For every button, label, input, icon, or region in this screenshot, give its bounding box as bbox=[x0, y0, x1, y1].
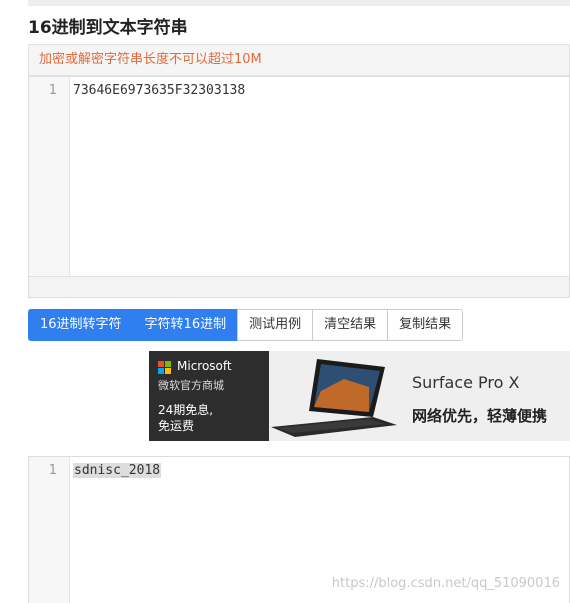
ad-brand-name: Microsoft bbox=[177, 359, 232, 373]
length-notice: 加密或解密字符串长度不可以超过10M bbox=[28, 44, 570, 76]
ad-promo-line1: 24期免息, bbox=[158, 403, 214, 417]
hex-to-string-button[interactable]: 16进制转字符 bbox=[28, 309, 134, 341]
input-text[interactable]: 73646E6973635F32303138 bbox=[73, 83, 245, 98]
ad-promo-line2: 免运费 bbox=[158, 419, 195, 433]
ad-product-name: Surface Pro X bbox=[412, 373, 520, 392]
copy-result-button[interactable]: 复制结果 bbox=[387, 309, 464, 341]
clear-result-button[interactable]: 清空结果 bbox=[312, 309, 389, 341]
watermark: https://blog.csdn.net/qq_51090016 bbox=[331, 576, 560, 591]
test-example-button[interactable]: 测试用例 bbox=[237, 309, 314, 341]
output-text[interactable]: sdnisc_2018 bbox=[73, 463, 162, 478]
string-to-hex-button[interactable]: 字符转16进制 bbox=[132, 309, 239, 341]
line-number: 1 bbox=[48, 463, 57, 478]
microsoft-logo-icon bbox=[158, 361, 172, 375]
horizontal-scrollbar[interactable] bbox=[29, 276, 569, 297]
ad-store-name: 微软官方商城 bbox=[158, 379, 224, 392]
laptop-image bbox=[271, 359, 397, 437]
line-gutter bbox=[29, 77, 70, 297]
output-text-selection: sdnisc_2018 bbox=[73, 463, 162, 478]
input-editor[interactable]: 1 73646E6973635F32303138 bbox=[28, 76, 570, 298]
ad-slogan: 网络优先，轻薄便携 bbox=[412, 407, 548, 425]
action-button-group: 16进制转字符 字符转16进制 测试用例 清空结果 复制结果 bbox=[28, 309, 464, 341]
line-number: 1 bbox=[48, 83, 57, 98]
advertisement-banner[interactable]: Microsoft 微软官方商城 24期免息, 免运费 Surface Pro … bbox=[149, 351, 570, 441]
top-strip bbox=[28, 0, 570, 6]
page-title: 16进制到文本字符串 bbox=[28, 18, 188, 38]
ad-brand-panel: Microsoft 微软官方商城 24期免息, 免运费 bbox=[149, 351, 269, 441]
line-gutter bbox=[29, 457, 70, 603]
